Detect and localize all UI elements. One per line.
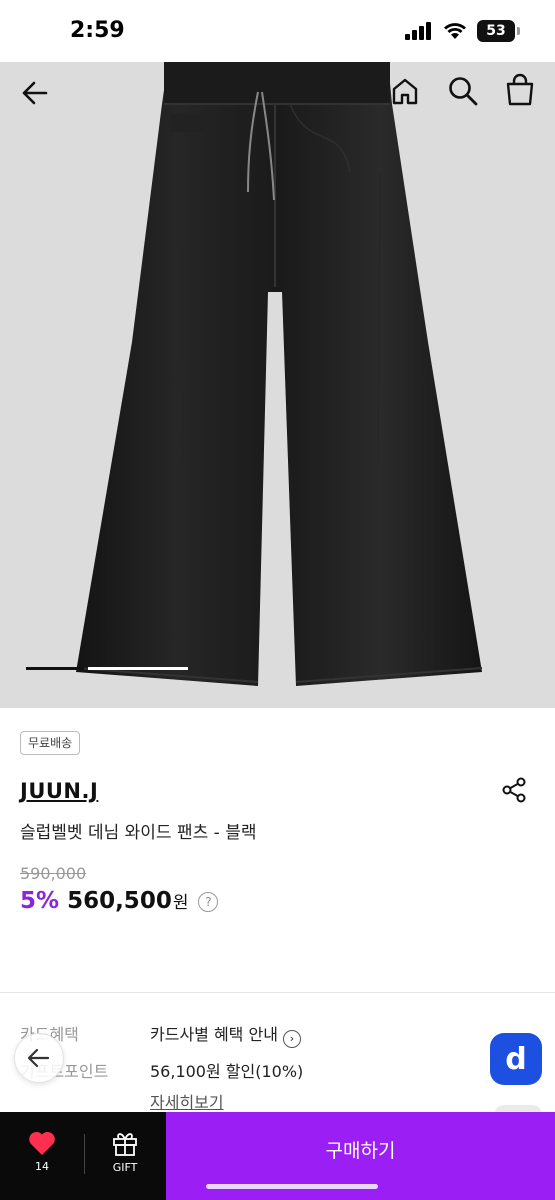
price-help-icon[interactable]: ? xyxy=(198,892,219,912)
product-name: 슬럽벨벳 데님 와이드 팬츠 - 블랙 xyxy=(20,823,257,843)
carousel-indicator-track xyxy=(88,667,188,670)
share-icon[interactable] xyxy=(500,776,528,804)
wifi-icon xyxy=(444,23,466,39)
price-row: 5% 560,500 원 ? xyxy=(20,888,219,914)
like-count: 14 xyxy=(35,1160,49,1173)
status-bar: 2:59 53 xyxy=(0,0,555,62)
floating-back-button[interactable] xyxy=(14,1033,64,1083)
carousel-indicator-active xyxy=(26,667,84,670)
gift-label: GIFT xyxy=(112,1161,138,1174)
product-image-carousel[interactable] xyxy=(0,62,555,708)
carousel-indicator xyxy=(26,667,188,670)
gift-icon xyxy=(113,1133,137,1156)
card-benefit-link[interactable]: 카드사별 혜택 안내 › xyxy=(150,1021,301,1048)
free-shipping-badge: 무료배송 xyxy=(20,731,81,755)
battery-icon: 53 xyxy=(477,20,520,42)
home-indicator xyxy=(206,1184,378,1189)
status-time: 2:59 xyxy=(70,18,125,43)
price-unit: 원 xyxy=(172,893,189,913)
back-arrow-icon[interactable] xyxy=(18,76,58,110)
back-arrow-icon xyxy=(27,1048,50,1068)
search-icon[interactable] xyxy=(446,74,480,108)
section-divider xyxy=(0,992,555,993)
gift-button[interactable]: GIFT xyxy=(85,1112,165,1200)
shopping-bag-icon[interactable] xyxy=(504,72,536,108)
status-icons: 53 xyxy=(405,20,520,42)
chevron-right-icon: › xyxy=(282,1029,301,1048)
signal-icon xyxy=(405,22,431,40)
card-benefit-text: 카드사별 혜택 안내 xyxy=(150,1025,278,1044)
d-app-button[interactable]: d xyxy=(490,1033,542,1085)
product-image xyxy=(75,62,483,686)
home-icon[interactable] xyxy=(388,74,422,108)
original-price: 590,000 xyxy=(20,864,87,883)
gift-point-value: 56,100원 할인(10%) xyxy=(150,1062,304,1081)
detail-link[interactable]: 자세히보기 xyxy=(150,1089,224,1113)
like-button[interactable]: 14 xyxy=(0,1112,84,1200)
brand-link[interactable]: JUUN.J xyxy=(20,779,98,803)
heart-icon xyxy=(29,1131,55,1155)
sale-price: 560,500 xyxy=(67,888,172,914)
discount-rate: 5% xyxy=(20,888,60,914)
